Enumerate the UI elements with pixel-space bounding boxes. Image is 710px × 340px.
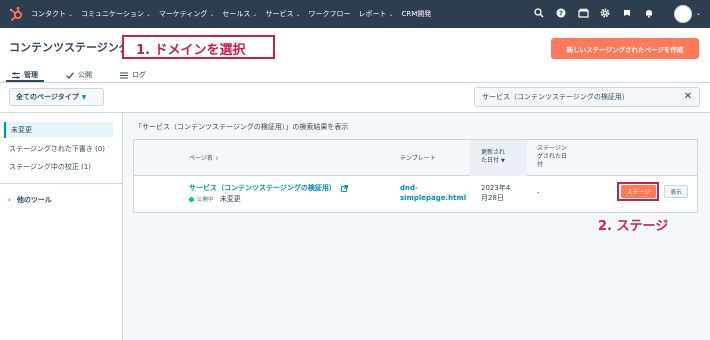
status-prefix: 公開中: [197, 197, 214, 203]
create-staged-page-button[interactable]: 新しいステージングされたページを作成: [551, 38, 699, 59]
page-type-label: 全てのページタイプ: [16, 93, 79, 101]
nav-item-7[interactable]: CRM開発: [402, 9, 432, 19]
nav-icons: ?: [532, 6, 656, 20]
header-label: ステージン: [537, 145, 567, 152]
header-label: グされた日: [537, 153, 568, 160]
sort-icon: ⇕: [214, 156, 220, 162]
template-link[interactable]: dnd- simplepage.html: [400, 183, 466, 203]
hubspot-logo-icon[interactable]: [8, 6, 24, 22]
chevron-down-icon: ⌄: [388, 10, 394, 18]
other-tools-toggle[interactable]: › 他のツール: [8, 195, 52, 205]
bell-icon[interactable]: [642, 6, 656, 20]
tab-label: 公開: [78, 71, 92, 79]
annotation-stage: 2. ステージ: [598, 219, 669, 234]
chevron-down-icon[interactable]: ⌄: [696, 10, 701, 17]
tab-label: ログ: [132, 71, 146, 79]
nav-item-label: コンタクト: [31, 10, 66, 18]
nav-item-2[interactable]: マーケティング ⌄: [159, 9, 214, 19]
caret-down-icon: ▼: [81, 93, 87, 101]
table-row-status: 公開中 未変更: [189, 194, 241, 205]
search-value: サービス（コンテンツステージングの検証用）: [482, 93, 629, 101]
clear-search-icon[interactable]: ✕: [682, 91, 694, 103]
marketplace-icon[interactable]: [576, 6, 590, 20]
header-label: 付: [537, 161, 544, 168]
pages-table: ページ名 ⇕ テンプレート 更新され た日付 ▼ ステージン グされた日 付 サービ…: [133, 139, 698, 213]
nav-item-label: CRM開発: [401, 10, 432, 18]
sidebar-item-label: 未変更: [11, 126, 32, 134]
nav-item-label: コミュニケーション: [81, 10, 144, 18]
updated-date-text: 2023年4: [481, 184, 511, 192]
user-avatar[interactable]: [674, 5, 692, 23]
header-updated-date[interactable]: 更新され た日付 ▼: [481, 149, 505, 165]
header-template[interactable]: テンプレート: [400, 155, 436, 163]
nav-menu: コンタクト ⌄ コミュニケーション ⌄ マーケティング ⌄ セールス ⌄ サービス ⌄ ワークフロー…: [31, 0, 431, 28]
table-row-page-name: サービス（コンテンツステージングの検証用）: [189, 183, 349, 193]
chevron-down-icon: ⌄: [68, 10, 74, 18]
external-link-icon[interactable]: [341, 184, 349, 192]
chevron-down-icon: ⌄: [295, 10, 301, 18]
header-staged-date[interactable]: ステージン グされた日 付: [537, 145, 567, 169]
header-label: ページ名: [189, 155, 213, 162]
nav-item-5[interactable]: ワークフロー: [308, 9, 350, 19]
sliders-icon: [12, 71, 20, 79]
chevron-down-icon: ⌄: [252, 10, 258, 18]
updated-date-cell: 2023年4 月28日: [481, 183, 510, 203]
sidebar-item-label: ステージング中の校正 (1): [9, 163, 92, 171]
updated-date-text: 月28日: [481, 194, 504, 202]
top-navigation: コンタクト ⌄ コミュニケーション ⌄ マーケティング ⌄ セールス ⌄ サービス ⌄ ワークフロー…: [0, 0, 710, 28]
stage-button[interactable]: ステージ: [621, 185, 656, 198]
chevron-down-icon: ⌄: [145, 10, 151, 18]
search-icon[interactable]: [532, 6, 546, 20]
sidebar-item-unchanged[interactable]: 未変更: [4, 122, 113, 138]
check-icon: [66, 71, 74, 79]
nav-item-4[interactable]: サービス ⌄: [265, 9, 300, 19]
search-input[interactable]: サービス（コンテンツステージングの検証用）: [474, 87, 700, 107]
nav-item-6[interactable]: レポート ⌄: [358, 9, 393, 19]
sidebar-item-proofing[interactable]: ステージング中の校正 (1): [4, 159, 113, 175]
sidebar-item-staged-drafts[interactable]: ステージングされた下書き (0): [4, 141, 113, 157]
page-title: コンテンツステージング: [9, 41, 130, 54]
nav-item-0[interactable]: コンタクト ⌄: [31, 9, 73, 19]
sort-desc-icon: ▼: [501, 158, 505, 164]
settings-icon[interactable]: [598, 6, 612, 20]
nav-item-label: ワークフロー: [308, 10, 351, 18]
annotation-select-domain: 1. ドメインを選択: [122, 35, 275, 59]
template-text: simplepage.html: [400, 194, 467, 202]
tab-publish[interactable]: 公開: [66, 68, 92, 82]
header-label: テンプレート: [400, 155, 436, 162]
sidebar-item-label: ステージングされた下書き (0): [9, 145, 106, 153]
nav-item-1[interactable]: コミュニケーション ⌄: [81, 9, 151, 19]
staged-date-cell: -: [537, 189, 540, 197]
annotation-text: 1. ドメインを選択: [136, 43, 246, 58]
chevron-right-icon: ›: [8, 196, 11, 204]
status-label: 未変更: [219, 195, 241, 203]
header-label: た日付: [481, 157, 500, 164]
nav-item-label: セールス: [222, 10, 251, 18]
view-button[interactable]: 表示: [664, 185, 688, 198]
template-text: dnd-: [400, 184, 418, 192]
list-icon: [120, 72, 128, 78]
help-icon[interactable]: ?: [554, 6, 568, 20]
other-tools-label: 他のツール: [16, 196, 52, 204]
sidebar: 未変更 ステージングされた下書き (0) ステージング中の校正 (1) › 他の…: [0, 113, 123, 340]
nav-item-label: レポート: [358, 10, 387, 18]
nav-item-label: サービス: [265, 10, 294, 18]
chevron-down-icon: ⌄: [209, 10, 215, 18]
nav-item-label: マーケティング: [158, 10, 208, 18]
table-header: ページ名 ⇕ テンプレート 更新され た日付 ▼ ステージン グされた日 付: [134, 140, 697, 176]
notifications-icon[interactable]: [620, 6, 634, 20]
tab-log[interactable]: ログ: [120, 68, 146, 82]
nav-item-3[interactable]: セールス ⌄: [222, 9, 257, 19]
tab-label: 管理: [24, 71, 38, 79]
header-label: 更新され: [481, 149, 506, 156]
svg-text:?: ?: [559, 10, 563, 18]
header-page-name[interactable]: ページ名 ⇕: [189, 155, 219, 163]
page-type-dropdown[interactable]: 全てのページタイプ ▼: [9, 88, 104, 106]
divider: [0, 82, 710, 83]
status-dot: [189, 196, 194, 202]
divider: [0, 183, 122, 184]
page-name-link[interactable]: サービス（コンテンツステージングの検証用）: [189, 184, 336, 192]
search-results-label: 「サービス（コンテンツステージングの検証用）」の検索結果を表示: [135, 123, 349, 131]
